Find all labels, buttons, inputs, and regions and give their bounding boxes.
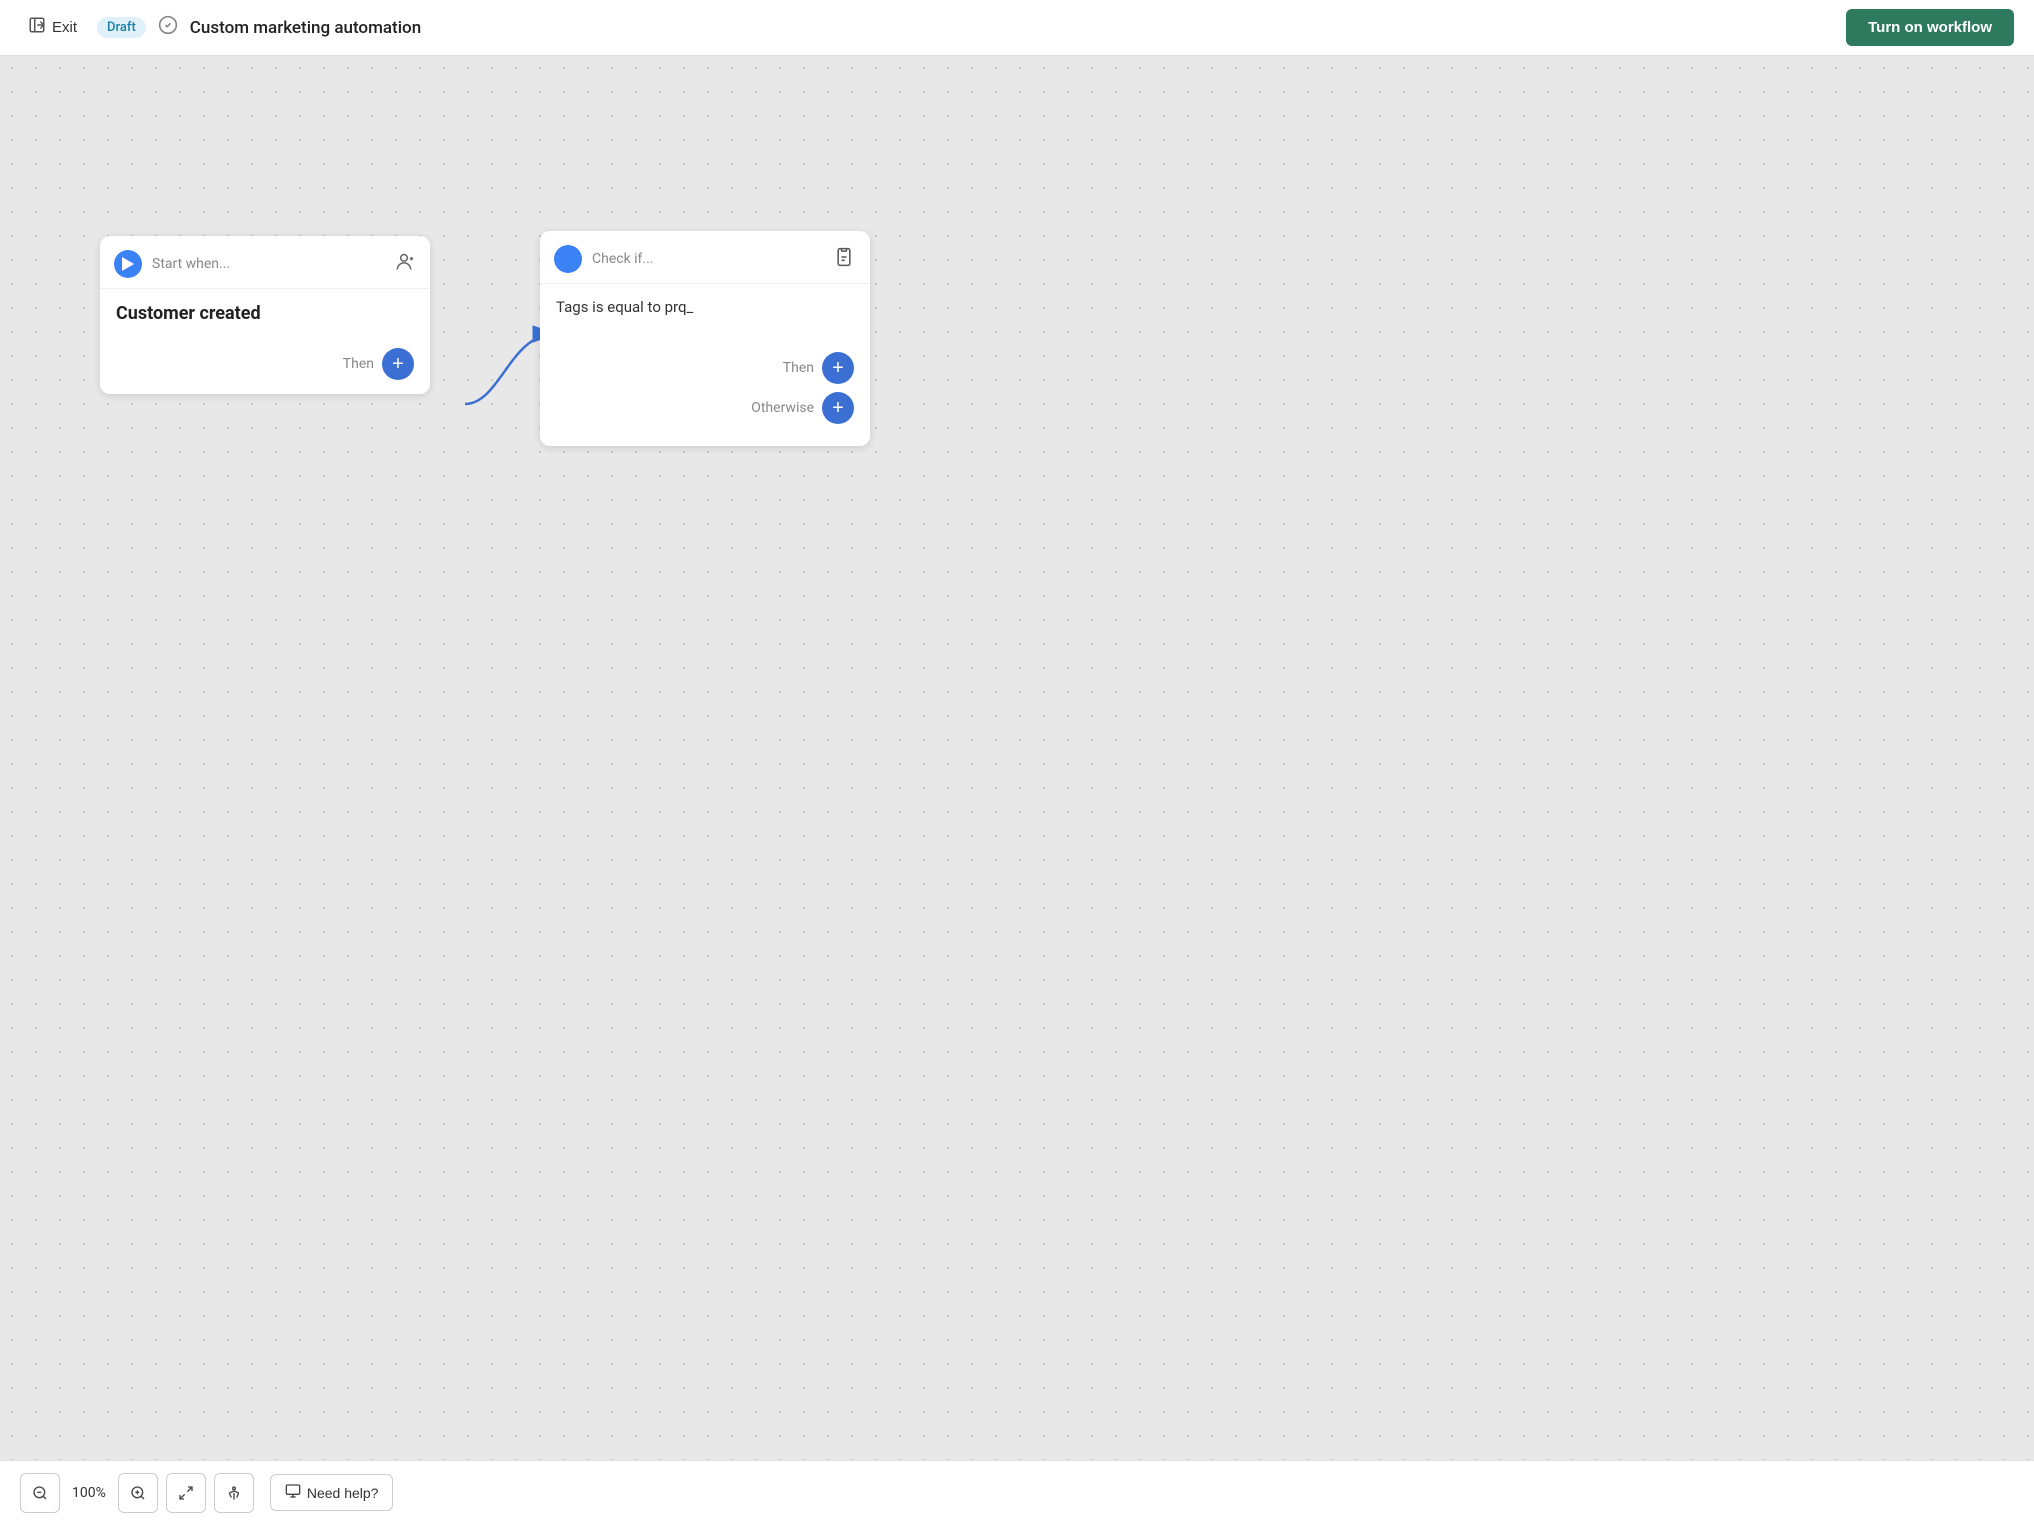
exit-icon	[28, 16, 46, 39]
start-then-add-button[interactable]: +	[382, 348, 414, 380]
bottom-toolbar: 100%	[0, 1460, 2034, 1524]
check-node-condition: Tags is equal to prq_	[540, 284, 870, 344]
header: Exit Draft Custom marketing automation T…	[0, 0, 2034, 56]
check-node-label: Check if...	[592, 251, 824, 267]
start-node-footer: Then +	[100, 338, 430, 394]
start-then-label: Then	[343, 356, 374, 372]
trigger-play-icon	[114, 250, 142, 278]
exit-button[interactable]: Exit	[20, 12, 85, 43]
help-button[interactable]: Need help?	[270, 1474, 394, 1511]
zoom-in-button[interactable]	[118, 1473, 158, 1513]
check-otherwise-row: Otherwise +	[556, 392, 854, 424]
person-icon	[394, 252, 414, 277]
start-node-main-text: Customer created	[116, 303, 261, 324]
check-otherwise-add-button[interactable]: +	[822, 392, 854, 424]
start-node: Start when... Customer created Then +	[100, 236, 430, 394]
start-node-content: Customer created	[100, 289, 430, 338]
check-node: Check if... Tags is equal to prq_ Then +…	[540, 231, 870, 446]
exit-label: Exit	[52, 19, 77, 36]
start-node-header: Start when...	[100, 236, 430, 289]
zoom-percentage: 100%	[68, 1485, 110, 1501]
help-label: Need help?	[307, 1485, 379, 1501]
check-node-circle-icon	[554, 245, 582, 273]
turn-on-workflow-button[interactable]: Turn on workflow	[1846, 9, 2014, 46]
fit-view-button[interactable]	[166, 1473, 206, 1513]
check-then-row: Then +	[556, 352, 854, 384]
workflow-title: Custom marketing automation	[190, 18, 1834, 38]
status-check-icon	[158, 15, 178, 40]
draft-badge: Draft	[97, 17, 146, 38]
workflow-canvas: Start when... Customer created Then +	[0, 56, 2034, 1460]
zoom-out-button[interactable]	[20, 1473, 60, 1513]
check-node-footer: Then + Otherwise +	[540, 344, 870, 446]
start-node-label: Start when...	[152, 256, 384, 272]
check-node-header: Check if...	[540, 231, 870, 284]
accessibility-button[interactable]	[214, 1473, 254, 1513]
check-then-add-button[interactable]: +	[822, 352, 854, 384]
check-then-label: Then	[783, 360, 814, 376]
check-otherwise-label: Otherwise	[751, 400, 814, 416]
clipboard-icon	[834, 247, 854, 272]
help-icon	[285, 1483, 301, 1502]
